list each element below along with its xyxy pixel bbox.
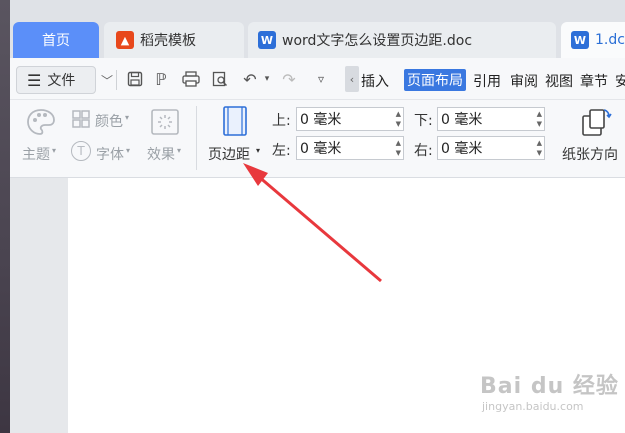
baidu-watermark: Bai du 经验 jingyan.baidu.com bbox=[480, 368, 619, 413]
watermark-main: Bai du 经验 bbox=[480, 374, 619, 399]
watermark-sub: jingyan.baidu.com bbox=[482, 400, 584, 413]
